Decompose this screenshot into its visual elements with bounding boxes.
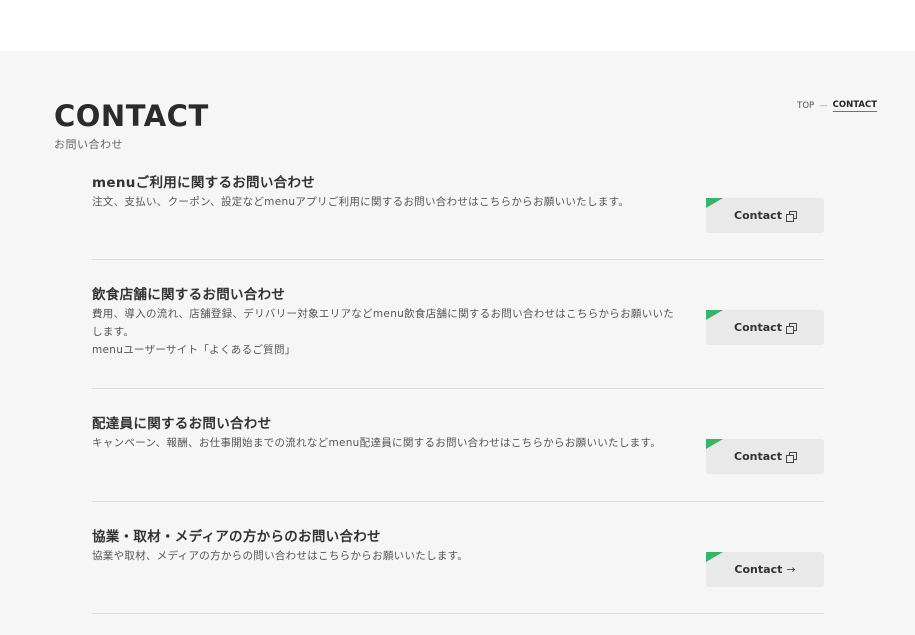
contact-button-label: Contact bbox=[734, 450, 782, 463]
contact-section-courier: 配達員に関するお問い合わせ キャンペーン、報酬、お仕事開始までの流れなどmenu… bbox=[92, 412, 824, 502]
button-corner-accent bbox=[706, 552, 723, 562]
external-link-icon bbox=[785, 322, 797, 334]
breadcrumb-separator: — bbox=[819, 101, 828, 111]
contact-button-label: Contact bbox=[734, 563, 783, 576]
section-description-text: 費用、導入の流れ、店舗登録、デリバリー対象エリアなどmenu飲食店舗に関するお問… bbox=[92, 308, 675, 338]
button-corner-accent bbox=[706, 310, 723, 320]
section-description: 費用、導入の流れ、店舗登録、デリバリー対象エリアなどmenu飲食店舗に関するお問… bbox=[92, 305, 682, 359]
contact-button-label: Contact bbox=[734, 209, 782, 222]
button-corner-accent bbox=[706, 439, 723, 449]
contact-button-courier[interactable]: Contact bbox=[706, 439, 824, 474]
contact-section-menu-usage: menuご利用に関するお問い合わせ 注文、支払い、クーポン、設定などmenuアプ… bbox=[92, 171, 824, 260]
section-title: 協業・取材・メディアの方からのお問い合わせ bbox=[92, 529, 381, 545]
page-subtitle: お問い合わせ bbox=[54, 138, 123, 151]
external-link-icon bbox=[785, 210, 797, 222]
contact-page-main: CONTACT お問い合わせ TOP — CONTACT menuご利用に関する… bbox=[0, 51, 915, 635]
breadcrumb-current: CONTACT bbox=[832, 100, 877, 112]
section-description-text: キャンペーン、報酬、お仕事開始までの流れなどmenu配達員に関するお問い合わせは… bbox=[92, 437, 661, 449]
top-header-bar bbox=[0, 0, 915, 51]
breadcrumb: TOP — CONTACT bbox=[797, 100, 877, 112]
arrow-right-icon: → bbox=[786, 563, 796, 576]
section-description: 協業や取材、メディアの方からの問い合わせはこちらからお願いいたします。 bbox=[92, 547, 682, 565]
contact-section-media: 協業・取材・メディアの方からのお問い合わせ 協業や取材、メディアの方からの問い合… bbox=[92, 525, 824, 614]
section-description: 注文、支払い、クーポン、設定などmenuアプリご利用に関するお問い合わせはこちら… bbox=[92, 193, 682, 211]
section-description-text: 協業や取材、メディアの方からの問い合わせはこちらからお願いいたします。 bbox=[92, 550, 469, 562]
contact-button-label: Contact bbox=[734, 321, 782, 334]
contact-button-media[interactable]: Contact → bbox=[706, 552, 824, 587]
faq-link[interactable]: menuユーザーサイト「よくあるご質問」 bbox=[92, 341, 682, 359]
breadcrumb-top-link[interactable]: TOP bbox=[797, 101, 814, 111]
contact-section-restaurant: 飲食店舗に関するお問い合わせ 費用、導入の流れ、店舗登録、デリバリー対象エリアな… bbox=[92, 283, 824, 389]
section-description-text: 注文、支払い、クーポン、設定などmenuアプリご利用に関するお問い合わせはこちら… bbox=[92, 196, 630, 208]
button-corner-accent bbox=[706, 198, 723, 208]
section-description: キャンペーン、報酬、お仕事開始までの流れなどmenu配達員に関するお問い合わせは… bbox=[92, 434, 682, 452]
section-title: 配達員に関するお問い合わせ bbox=[92, 416, 272, 432]
section-title: menuご利用に関するお問い合わせ bbox=[92, 175, 316, 191]
section-title: 飲食店舗に関するお問い合わせ bbox=[92, 287, 286, 303]
contact-button-restaurant[interactable]: Contact bbox=[706, 310, 824, 345]
page-title: CONTACT bbox=[54, 99, 209, 133]
contact-button-menu-usage[interactable]: Contact bbox=[706, 198, 824, 233]
external-link-icon bbox=[785, 451, 797, 463]
